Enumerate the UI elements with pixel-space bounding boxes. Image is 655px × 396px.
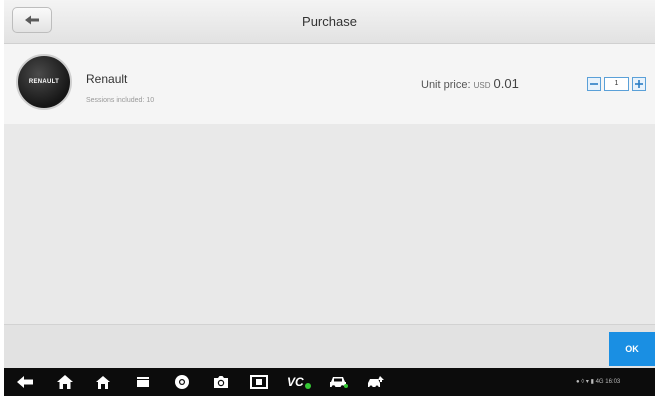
minus-icon (590, 83, 598, 85)
vci-label: VC (287, 375, 304, 389)
currency-label: USD (473, 81, 491, 90)
plus-icon (635, 80, 643, 88)
logo-text: RENAULT (28, 79, 60, 85)
back-icon[interactable] (16, 374, 34, 390)
car-icon[interactable] (328, 374, 348, 390)
home-icon[interactable] (56, 374, 74, 390)
header-bar: Purchase (4, 0, 655, 44)
vehicle-repair-icon[interactable] (366, 374, 386, 390)
content-area (4, 124, 655, 324)
camera-icon[interactable] (212, 374, 230, 390)
screen-capture-icon[interactable] (250, 374, 268, 390)
purchase-screen: Purchase RENAULT Renault Sessions includ… (4, 0, 655, 396)
system-nav-bar: VC ● ◊ ▾ ▮ 4G 16:03 (4, 368, 655, 396)
quantity-stepper: 1 (587, 76, 646, 92)
ok-button[interactable]: OK (609, 332, 655, 366)
chrome-icon[interactable] (174, 374, 190, 390)
house-icon[interactable] (95, 374, 111, 390)
product-row[interactable]: RENAULT Renault Sessions included: 10 Un… (4, 44, 655, 124)
vci-icon[interactable]: VC (287, 374, 311, 390)
unit-price-label: Unit price: (421, 79, 471, 91)
unit-price: Unit price: USD 0.01 (421, 76, 519, 91)
page-title: Purchase (302, 14, 357, 29)
footer-bar: OK (4, 324, 655, 369)
quantity-field[interactable]: 1 (604, 77, 629, 91)
renault-logo: RENAULT (16, 54, 72, 110)
vehicle-name: Renault (86, 72, 128, 86)
back-button[interactable] (12, 7, 52, 33)
back-arrow-icon (25, 15, 39, 25)
increase-button[interactable] (632, 77, 646, 91)
sessions-included: Sessions included: 10 (86, 97, 155, 104)
decrease-button[interactable] (587, 77, 601, 91)
recent-apps-icon[interactable] (136, 374, 150, 390)
status-icons: ● ◊ ▾ ▮ (576, 379, 596, 385)
price-value: 0.01 (493, 76, 519, 91)
status-area: ● ◊ ▾ ▮ 4G 16:03 (576, 378, 620, 385)
status-text: 4G 16:03 (595, 379, 621, 385)
